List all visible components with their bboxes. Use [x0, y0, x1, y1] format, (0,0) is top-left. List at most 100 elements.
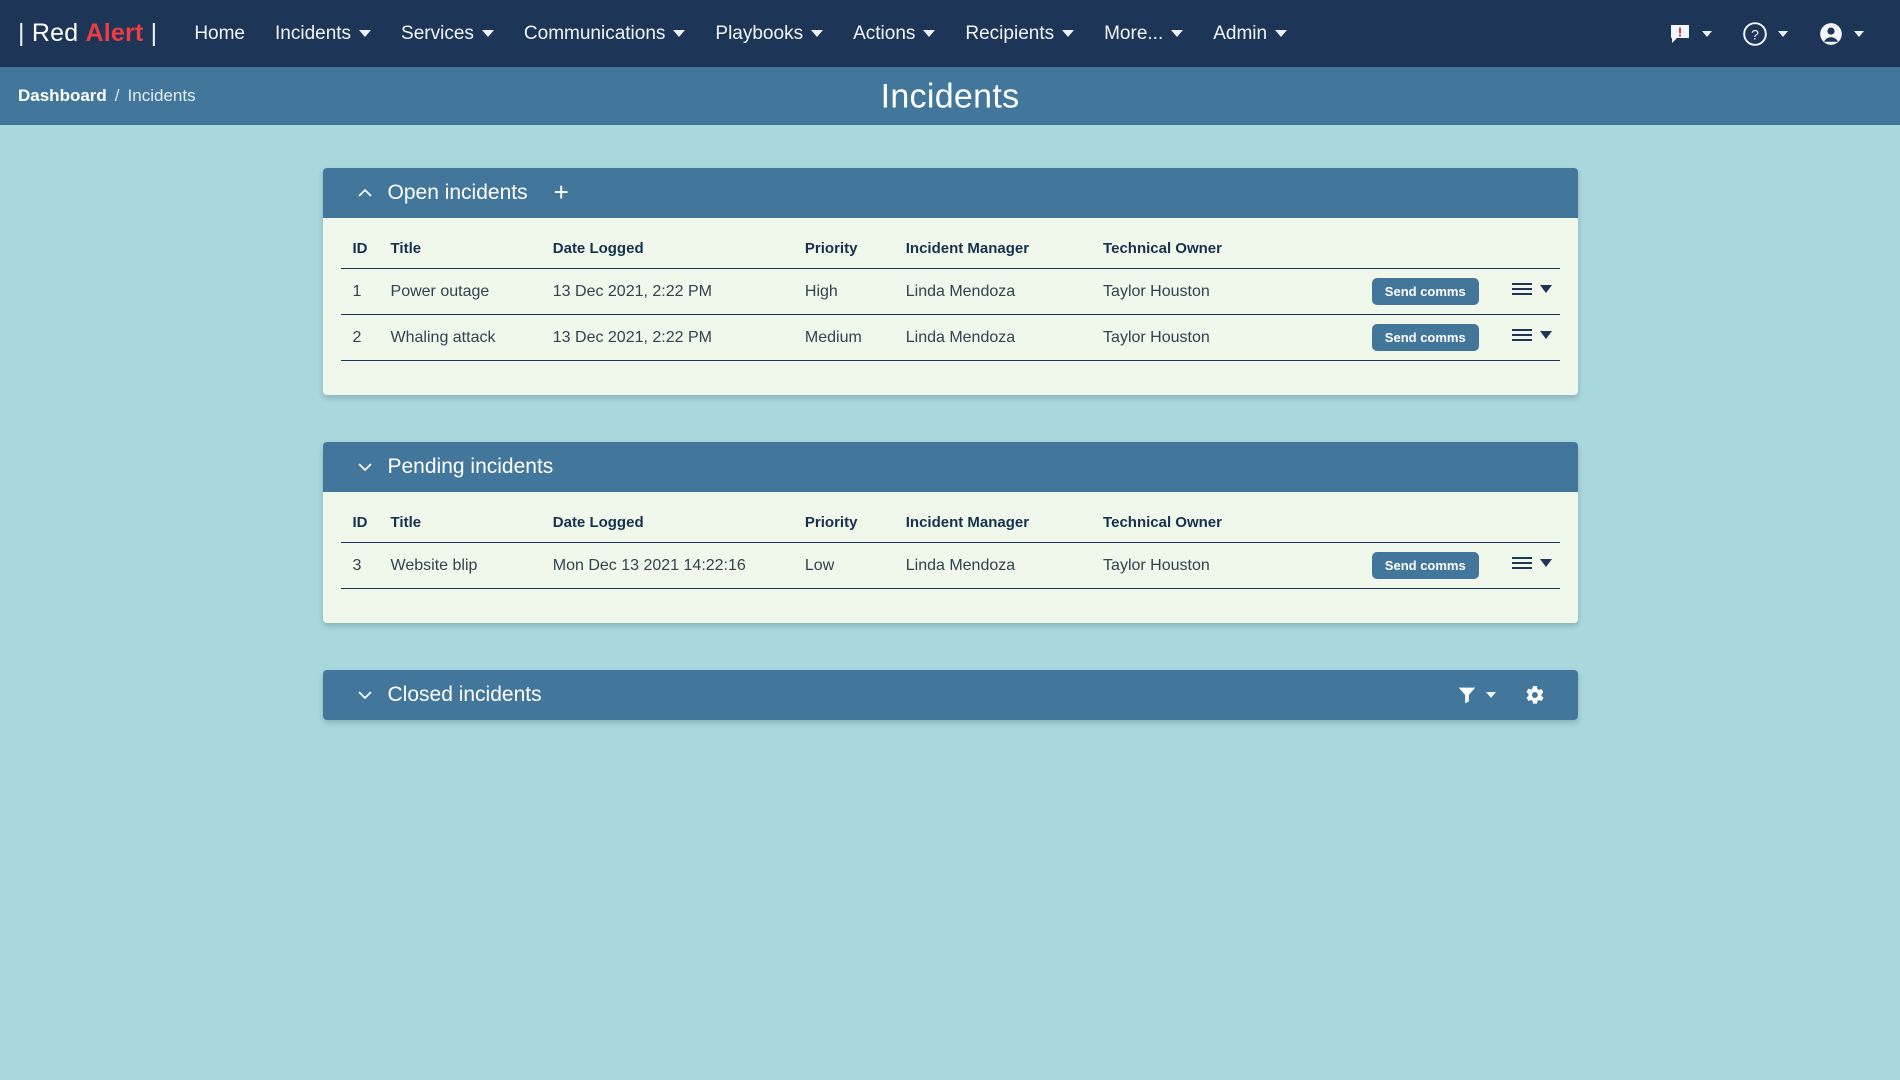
- brand-logo[interactable]: | Red Alert |: [18, 19, 157, 48]
- chevron-down-icon: [1171, 30, 1183, 37]
- breadcrumb-current: Incidents: [128, 86, 196, 106]
- nav-item-playbooks[interactable]: Playbooks: [700, 17, 838, 51]
- nav-label: Home: [194, 23, 245, 45]
- nav-label: Admin: [1213, 23, 1267, 45]
- primary-nav: Home Incidents Services Communications P…: [179, 17, 1302, 51]
- nav-label: Incidents: [275, 23, 351, 45]
- notifications-menu[interactable]: [1668, 22, 1712, 46]
- nav-item-services[interactable]: Services: [386, 17, 509, 51]
- nav-label: Recipients: [965, 23, 1054, 45]
- card-header-pending-incidents[interactable]: Pending incidents: [323, 442, 1578, 492]
- column-header-date-logged: Date Logged: [549, 234, 801, 269]
- cell-title: Power outage: [387, 269, 549, 315]
- table-row[interactable]: 1 Power outage 13 Dec 2021, 2:22 PM High…: [341, 269, 1560, 315]
- cell-action: Send comms: [1335, 315, 1483, 361]
- card-title: Pending incidents: [388, 455, 554, 479]
- cell-action: Send comms: [1335, 269, 1483, 315]
- nav-label: More...: [1104, 23, 1163, 45]
- chevron-down-icon[interactable]: [357, 687, 373, 703]
- chevron-down-icon[interactable]: [357, 459, 373, 475]
- nav-item-recipients[interactable]: Recipients: [950, 17, 1089, 51]
- chevron-down-icon: [673, 30, 685, 37]
- closed-incidents-header-actions: [1456, 683, 1546, 707]
- card-header-closed-incidents[interactable]: Closed incidents: [323, 670, 1578, 720]
- cell-incident-manager: Linda Mendoza: [902, 269, 1099, 315]
- table-header-row: ID Title Date Logged Priority Incident M…: [341, 234, 1560, 269]
- cell-date-logged: Mon Dec 13 2021 14:22:16: [549, 543, 801, 589]
- cell-action: Send comms: [1335, 543, 1483, 589]
- cell-technical-owner: Taylor Houston: [1099, 543, 1335, 589]
- cell-technical-owner: Taylor Houston: [1099, 315, 1335, 361]
- column-header-actions: [1335, 234, 1483, 269]
- chevron-down-icon: [1540, 285, 1552, 293]
- nav-item-actions[interactable]: Actions: [838, 17, 950, 51]
- table-bottom-spacer: [341, 589, 1560, 597]
- cell-priority: High: [801, 269, 902, 315]
- help-menu[interactable]: ?: [1742, 21, 1788, 47]
- row-actions-menu[interactable]: [1511, 555, 1552, 571]
- account-menu[interactable]: [1818, 21, 1864, 47]
- main-content: Open incidents + ID Title Date Logged Pr…: [0, 125, 1900, 720]
- column-header-date-logged: Date Logged: [549, 508, 801, 543]
- nav-label: Communications: [524, 23, 666, 45]
- help-circle-icon: ?: [1742, 21, 1768, 47]
- chevron-down-icon: [1540, 331, 1552, 339]
- chevron-down-icon: [482, 30, 494, 37]
- cell-incident-manager: Linda Mendoza: [902, 315, 1099, 361]
- column-header-actions: [1335, 508, 1483, 543]
- brand-word-red: Red: [32, 19, 78, 47]
- cell-title: Website blip: [387, 543, 549, 589]
- nav-item-admin[interactable]: Admin: [1198, 17, 1302, 51]
- page-title: Incidents: [0, 77, 1900, 116]
- breadcrumb-separator: /: [115, 86, 120, 106]
- chevron-down-icon: [1778, 31, 1788, 37]
- nav-item-communications[interactable]: Communications: [509, 17, 701, 51]
- table-row[interactable]: 3 Website blip Mon Dec 13 2021 14:22:16 …: [341, 543, 1560, 589]
- row-actions-menu[interactable]: [1511, 281, 1552, 297]
- cell-row-menu: [1483, 269, 1560, 315]
- row-actions-menu[interactable]: [1511, 327, 1552, 343]
- chevron-down-icon: [1275, 30, 1287, 37]
- column-header-priority: Priority: [801, 234, 902, 269]
- table-header-row: ID Title Date Logged Priority Incident M…: [341, 508, 1560, 543]
- brand-bar-left: |: [18, 19, 25, 47]
- column-header-title: Title: [387, 234, 549, 269]
- brand-word-alert: Alert: [85, 19, 143, 47]
- send-comms-button[interactable]: Send comms: [1372, 278, 1479, 305]
- nav-item-incidents[interactable]: Incidents: [260, 17, 386, 51]
- table-row[interactable]: 2 Whaling attack 13 Dec 2021, 2:22 PM Me…: [341, 315, 1560, 361]
- filter-icon: [1456, 684, 1478, 706]
- hamburger-menu-icon: [1511, 555, 1533, 571]
- send-comms-button[interactable]: Send comms: [1372, 552, 1479, 579]
- chevron-down-icon: [811, 30, 823, 37]
- chevron-down-icon: [1062, 30, 1074, 37]
- chevron-up-icon[interactable]: [357, 185, 373, 201]
- card-title: Open incidents: [388, 181, 528, 205]
- open-incidents-table: ID Title Date Logged Priority Incident M…: [341, 234, 1560, 361]
- nav-item-more[interactable]: More...: [1089, 17, 1198, 51]
- send-comms-button[interactable]: Send comms: [1372, 324, 1479, 351]
- cell-id: 1: [341, 269, 387, 315]
- cell-date-logged: 13 Dec 2021, 2:22 PM: [549, 269, 801, 315]
- card-pending-incidents: Pending incidents ID Title Date Logged P…: [323, 442, 1578, 623]
- column-header-priority: Priority: [801, 508, 902, 543]
- settings-button[interactable]: [1522, 683, 1546, 707]
- gear-icon: [1522, 683, 1546, 707]
- nav-item-home[interactable]: Home: [179, 17, 260, 51]
- cell-incident-manager: Linda Mendoza: [902, 543, 1099, 589]
- page-subheader: Dashboard / Incidents Incidents: [0, 67, 1900, 125]
- table-bottom-spacer: [341, 361, 1560, 369]
- cell-id: 2: [341, 315, 387, 361]
- column-header-incident-manager: Incident Manager: [902, 508, 1099, 543]
- card-header-open-incidents[interactable]: Open incidents +: [323, 168, 1578, 218]
- svg-text:?: ?: [1751, 26, 1759, 42]
- hamburger-menu-icon: [1511, 281, 1533, 297]
- cell-row-menu: [1483, 543, 1560, 589]
- breadcrumb-dashboard[interactable]: Dashboard: [18, 86, 107, 106]
- nav-label: Actions: [853, 23, 915, 45]
- chevron-down-icon: [1702, 31, 1712, 37]
- cell-technical-owner: Taylor Houston: [1099, 269, 1335, 315]
- chevron-down-icon: [1486, 692, 1496, 698]
- filter-menu[interactable]: [1456, 684, 1496, 706]
- add-incident-button[interactable]: +: [554, 179, 569, 205]
